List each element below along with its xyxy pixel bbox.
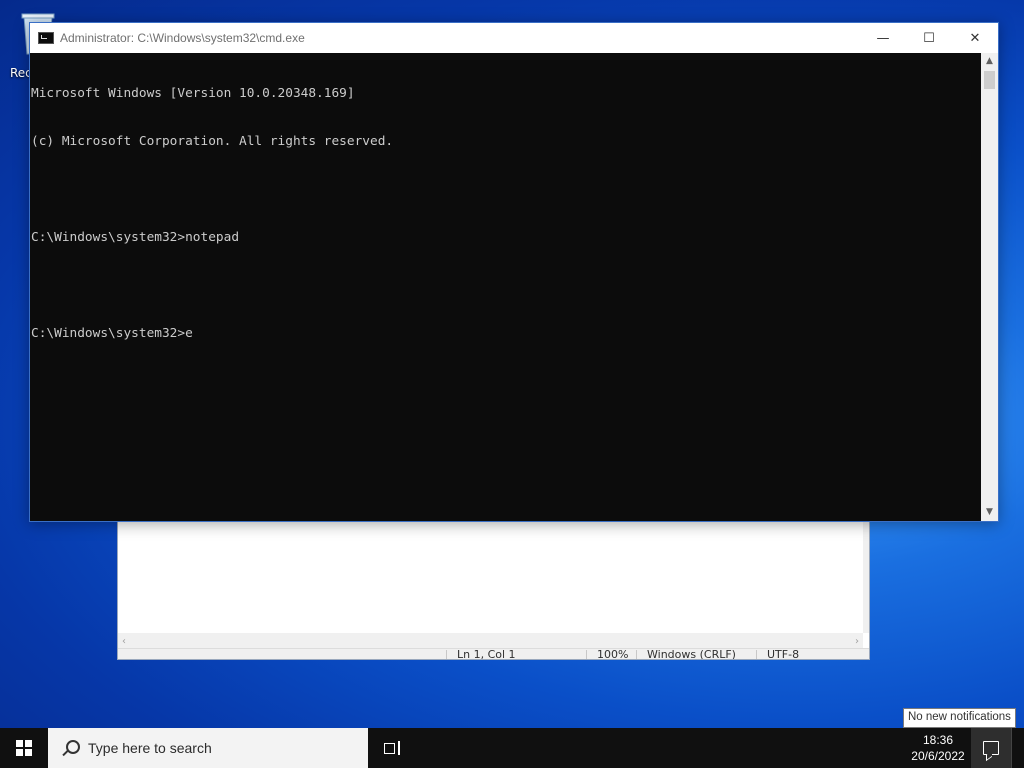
cmd-window[interactable]: Administrator: C:\Windows\system32\cmd.e… <box>29 22 999 522</box>
cmd-console-output[interactable]: Microsoft Windows [Version 10.0.20348.16… <box>30 53 981 521</box>
clock-time: 18:36 <box>922 733 954 747</box>
action-center-button[interactable] <box>971 728 1011 768</box>
console-input-line[interactable]: C:\Windows\system32>e <box>31 326 980 342</box>
scroll-right-icon[interactable]: › <box>855 636 859 647</box>
taskbar-search-box[interactable]: Type here to search <box>48 728 368 768</box>
status-line-ending: Windows (CRLF) <box>636 649 736 659</box>
notification-tooltip: No new notifications <box>903 708 1016 728</box>
status-encoding: UTF-8 <box>756 649 799 659</box>
search-placeholder: Type here to search <box>88 740 212 756</box>
start-button[interactable] <box>0 728 48 768</box>
status-cursor-position: Ln 1, Col 1 <box>446 649 516 659</box>
cmd-window-title: Administrator: C:\Windows\system32\cmd.e… <box>60 31 305 45</box>
scroll-up-icon[interactable]: ▲ <box>981 53 998 70</box>
cmd-app-icon[interactable] <box>38 32 54 44</box>
taskbar-clock[interactable]: 18:36 20/6/2022 <box>905 728 971 768</box>
console-line: Microsoft Windows [Version 10.0.20348.16… <box>31 86 355 101</box>
scrollbar-thumb[interactable] <box>984 71 995 89</box>
cmd-vertical-scrollbar[interactable]: ▲ ▼ <box>981 53 998 521</box>
minimize-button[interactable]: — <box>860 23 906 53</box>
scroll-down-icon[interactable]: ▼ <box>981 504 998 521</box>
console-line: (c) Microsoft Corporation. All rights re… <box>31 134 394 149</box>
notepad-status-bar: Ln 1, Col 1 100% Windows (CRLF) UTF-8 <box>118 648 869 659</box>
task-view-icon <box>384 741 400 755</box>
cmd-titlebar[interactable]: Administrator: C:\Windows\system32\cmd.e… <box>30 23 998 53</box>
console-line: C:\Windows\system32>notepad <box>31 230 240 245</box>
notepad-horizontal-scrollbar[interactable]: ‹ › <box>118 633 863 649</box>
scroll-left-icon[interactable]: ‹ <box>122 636 126 647</box>
show-desktop-button[interactable] <box>1011 728 1024 768</box>
task-view-button[interactable] <box>368 728 416 768</box>
maximize-button[interactable]: ☐ <box>906 23 952 53</box>
windows-logo-icon <box>16 740 32 756</box>
clock-date: 20/6/2022 <box>911 749 965 763</box>
status-zoom: 100% <box>586 649 628 659</box>
close-button[interactable]: ✕ <box>952 23 998 53</box>
search-icon <box>60 738 80 758</box>
notification-icon <box>983 741 999 755</box>
taskbar: Type here to search 18:36 20/6/2022 <box>0 728 1024 768</box>
